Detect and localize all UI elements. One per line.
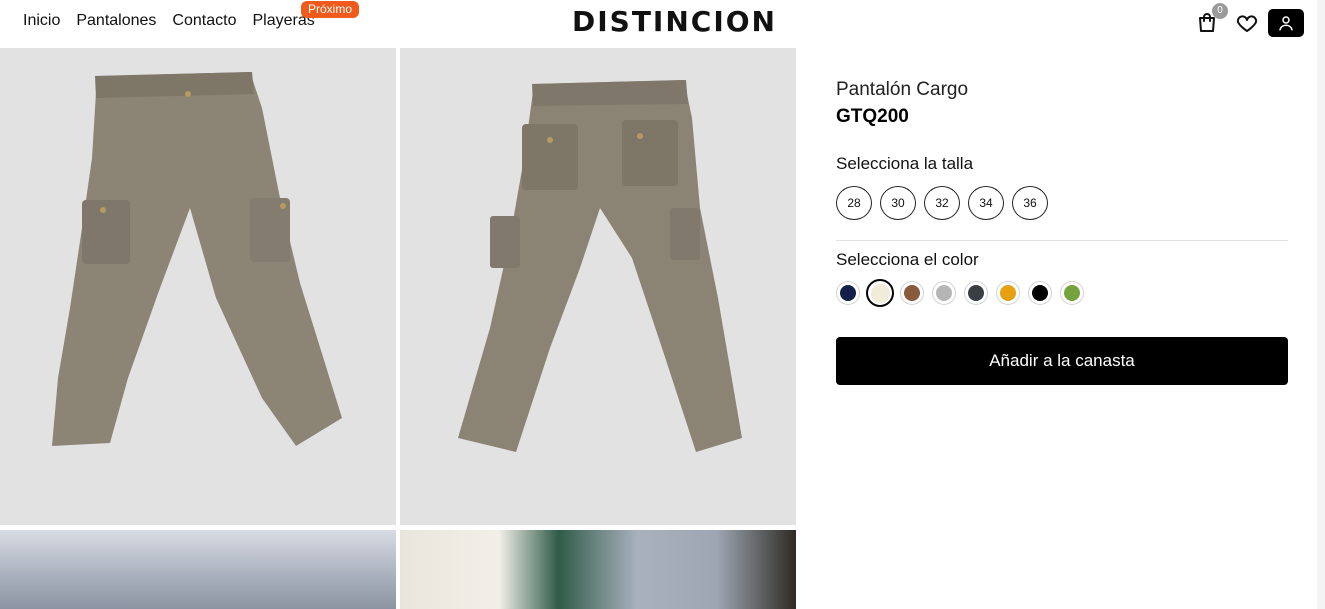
main-nav: Inicio Pantalones Contacto Playeras [23,12,315,30]
brand-logo[interactable]: DISTINCION [572,5,777,38]
pants-front-image[interactable] [0,48,396,525]
nav-link-inicio[interactable]: Inicio [23,12,60,30]
product-gallery [0,48,796,609]
product-details: Pantalón Cargo GTQ200 Selecciona la tall… [836,76,1288,385]
size-option-28[interactable]: 28 [836,186,872,220]
model-photo-2[interactable] [400,530,796,609]
color-swatch-black[interactable] [1028,281,1052,305]
size-selector: 28 30 32 34 36 [836,186,1048,220]
size-option-32[interactable]: 32 [924,186,960,220]
wishlist-button[interactable] [1234,10,1260,36]
color-swatch-charcoal[interactable] [964,281,988,305]
add-to-cart-button[interactable]: Añadir a la canasta [836,337,1288,385]
divider [836,240,1288,241]
user-icon [1279,16,1293,31]
color-swatch-mustard[interactable] [996,281,1020,305]
model-photo-1[interactable] [0,530,396,609]
cart-count-badge: 0 [1212,3,1228,19]
size-option-36[interactable]: 36 [1012,186,1048,220]
size-label: Selecciona la talla [836,154,974,173]
color-swatch-cream[interactable] [866,279,894,307]
nav-link-pantalones[interactable]: Pantalones [76,12,156,30]
color-selector [836,279,1084,307]
size-option-30[interactable]: 30 [880,186,916,220]
color-swatch-olive-green[interactable] [1060,281,1084,305]
pants-back-image[interactable] [400,48,796,525]
cart-button[interactable]: 0 [1194,3,1228,36]
nav-link-contacto[interactable]: Contacto [172,12,236,30]
coming-soon-badge: Próximo [301,1,360,18]
site-header: Inicio Pantalones Contacto Playeras Próx… [0,0,1325,48]
color-swatch-light-gray[interactable] [932,281,956,305]
size-option-34[interactable]: 34 [968,186,1004,220]
color-swatch-brown[interactable] [900,281,924,305]
product-price: GTQ200 [836,106,909,127]
color-label: Selecciona el color [836,250,979,269]
account-button[interactable] [1268,9,1304,37]
page-scrollbar[interactable] [1317,0,1325,609]
product-name: Pantalón Cargo [836,79,969,100]
heart-icon [1236,15,1258,32]
color-swatch-navy[interactable] [836,281,860,305]
header-actions: 0 [1194,3,1304,37]
